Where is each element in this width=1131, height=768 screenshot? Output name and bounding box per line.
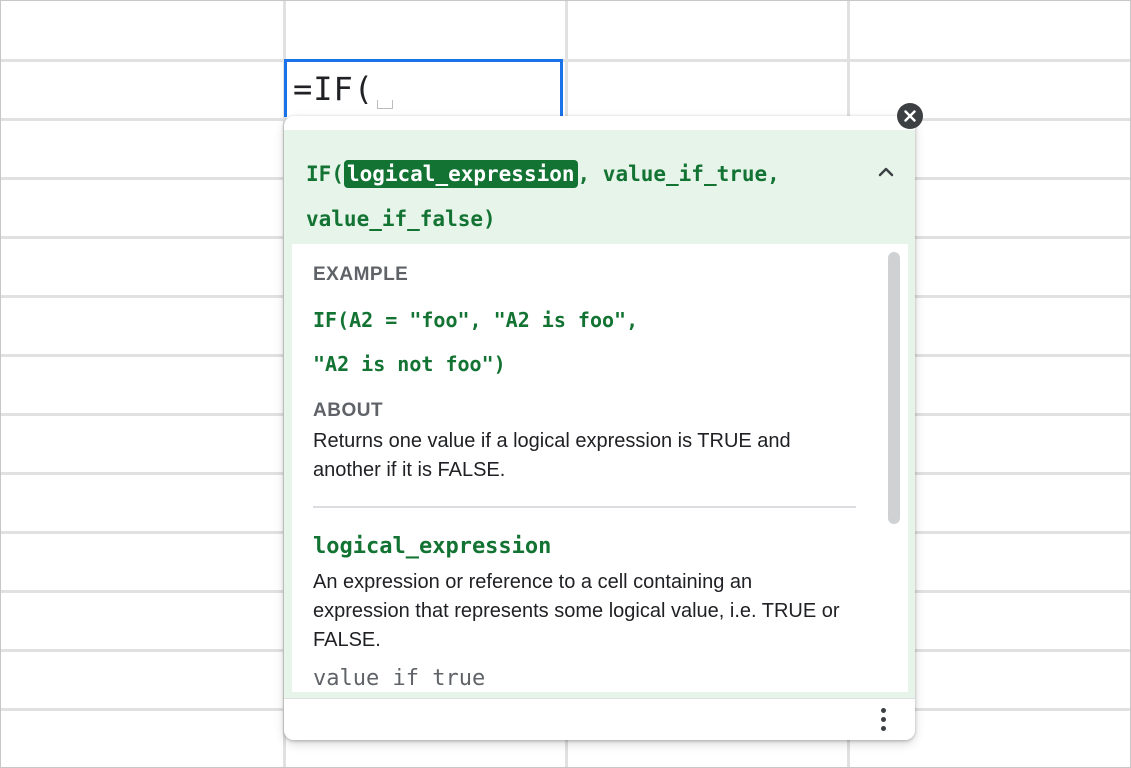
space-marker-icon [377, 100, 393, 109]
param-name: logical_expression [313, 534, 552, 559]
example-label: EXAMPLE [313, 264, 409, 285]
active-cell-editor[interactable]: =IF( [284, 59, 563, 117]
more-vert-icon-dot [881, 726, 886, 731]
chevron-up-icon [878, 167, 894, 177]
divider [313, 506, 856, 508]
more-options-button[interactable] [874, 705, 894, 735]
example-line-1: IF(A2 = "foo", "A2 is foo", [313, 308, 639, 332]
help-content[interactable]: EXAMPLE IF(A2 = "foo", "A2 is foo", "A2 … [292, 244, 908, 692]
param-description: An expression or reference to a cell con… [313, 571, 840, 651]
example-line-2: "A2 is not foo") [313, 352, 506, 376]
function-signature: IF(logical_expression, value_if_true,val… [306, 152, 826, 242]
close-icon [904, 110, 916, 122]
signature-rest: , value_if_true, [577, 162, 780, 186]
more-vert-icon [881, 708, 886, 713]
next-param-name: value if true [313, 666, 486, 691]
collapse-button[interactable] [876, 162, 896, 182]
signature-line-2: value_if_false) [306, 207, 496, 231]
close-button[interactable] [897, 103, 923, 129]
signature-prefix: IF( [306, 162, 344, 186]
formula-help-popup: IF(logical_expression, value_if_true, val… [284, 116, 915, 740]
scrollbar[interactable] [886, 252, 902, 688]
about-text: Returns one value if a logical expressio… [313, 430, 791, 481]
popup-footer [284, 698, 915, 740]
signature-active-param: logical_expression [343, 160, 578, 188]
more-vert-icon-dot [881, 717, 886, 722]
example-code: IF(A2 = "foo", "A2 is foo", "A2 is not f… [313, 298, 833, 386]
scrollbar-thumb[interactable] [888, 252, 900, 524]
cell-formula-text[interactable]: =IF( [293, 70, 374, 108]
about-label: ABOUT [313, 400, 384, 421]
